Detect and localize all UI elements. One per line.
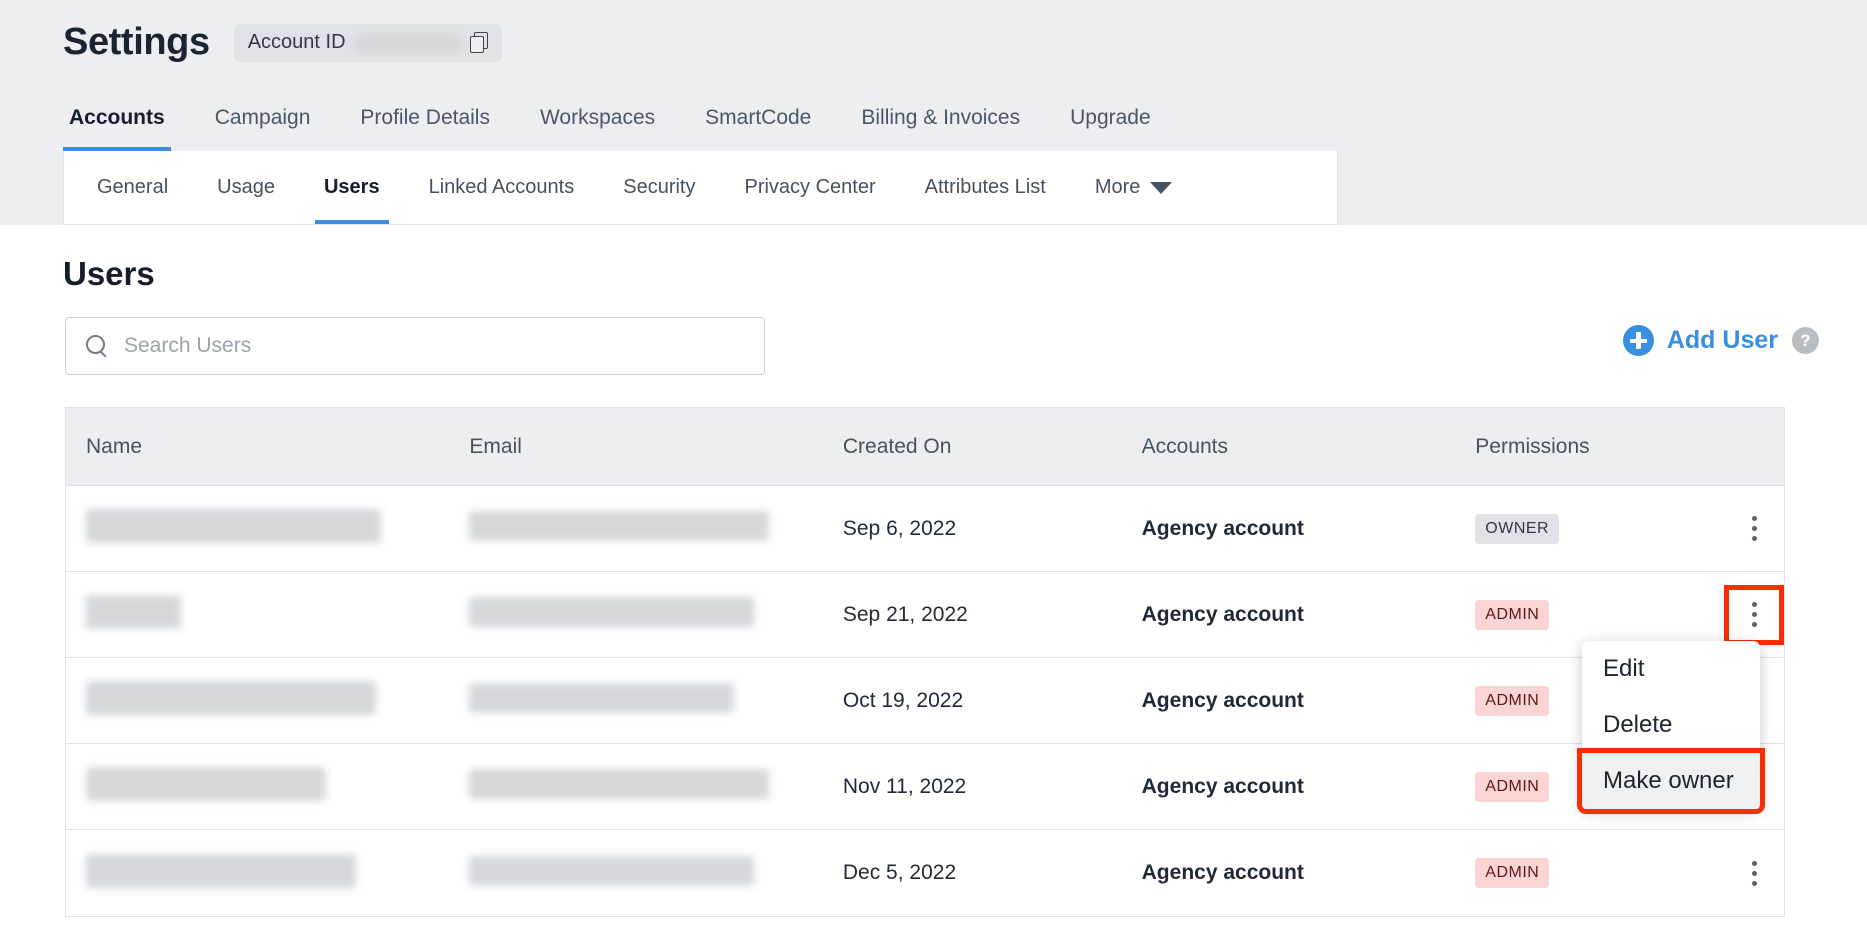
cell-accounts: Agency account	[1141, 861, 1304, 884]
cell-created-on: Dec 5, 2022	[842, 861, 957, 884]
tab-profile-details[interactable]: Profile Details	[354, 85, 496, 151]
cell-actions	[1724, 856, 1784, 890]
search-input[interactable]	[124, 334, 724, 358]
cell-name	[86, 853, 469, 893]
tab-campaign[interactable]: Campaign	[209, 85, 317, 151]
cell-permissions: ADMIN	[1475, 599, 1724, 630]
account-id-value-redacted	[355, 33, 460, 52]
subtab-general[interactable]: General	[88, 151, 177, 224]
status-badge: ADMIN	[1475, 685, 1550, 716]
table-row: Oct 19, 2022 Agency account ADMIN	[66, 658, 1784, 744]
chevron-down-icon	[1150, 181, 1173, 194]
cell-email	[469, 511, 842, 546]
cell-accounts: Agency account	[1141, 774, 1304, 798]
column-header-email: Email	[469, 434, 522, 458]
subtab-more-label: More	[1094, 176, 1141, 198]
subtab-security[interactable]: Security	[614, 151, 704, 224]
menu-item-make-owner[interactable]: Make owner	[1577, 748, 1765, 814]
cell-name	[86, 767, 469, 806]
cell-name	[86, 681, 469, 720]
cell-created-on: Sep 21, 2022	[842, 602, 968, 626]
cell-actions	[1724, 512, 1784, 546]
cell-permissions: OWNER	[1475, 513, 1724, 544]
email-redacted	[469, 511, 770, 541]
search-icon	[86, 335, 108, 357]
tab-accounts[interactable]: Accounts	[63, 85, 171, 151]
users-table: Name Email Created On Accounts Permissio…	[65, 407, 1785, 917]
status-badge: ADMIN	[1475, 599, 1550, 630]
cell-accounts: Agency account	[1141, 602, 1304, 626]
subtab-users[interactable]: Users	[314, 151, 389, 224]
cell-actions	[1724, 584, 1785, 645]
email-redacted	[469, 597, 755, 627]
row-context-menu: Edit Delete Make owner	[1577, 641, 1765, 814]
section-title: Users	[63, 255, 155, 292]
cell-created-on: Sep 6, 2022	[842, 516, 957, 540]
status-badge: ADMIN	[1475, 771, 1550, 802]
page-title: Settings	[63, 21, 210, 63]
cell-name	[86, 509, 469, 548]
row-menu-button[interactable]	[1741, 512, 1767, 546]
tab-workspaces[interactable]: Workspaces	[534, 85, 661, 151]
cell-accounts: Agency account	[1141, 688, 1304, 712]
cell-created-on: Oct 19, 2022	[842, 688, 964, 712]
subtab-linked-accounts[interactable]: Linked Accounts	[420, 151, 584, 224]
subtab-usage[interactable]: Usage	[208, 151, 284, 224]
account-id-label: Account ID	[247, 31, 346, 53]
add-user-button[interactable]: Add User	[1622, 325, 1778, 356]
help-icon[interactable]: ?	[1792, 327, 1819, 354]
name-redacted	[86, 681, 376, 715]
cell-created-on: Nov 11, 2022	[842, 774, 967, 798]
cell-name	[86, 595, 469, 634]
name-redacted	[86, 767, 326, 801]
email-redacted	[469, 683, 735, 713]
cell-permissions: ADMIN	[1475, 858, 1724, 888]
table-row: Sep 21, 2022 Agency account ADMIN	[66, 572, 1785, 658]
table-row: Nov 11, 2022 Agency account ADMIN	[66, 744, 1784, 830]
column-header-permissions: Permissions	[1475, 434, 1590, 458]
cell-email	[469, 597, 842, 632]
account-id-pill[interactable]: Account ID	[233, 23, 502, 62]
column-header-name: Name	[86, 434, 143, 458]
status-badge: OWNER	[1475, 513, 1560, 544]
subtab-privacy-center[interactable]: Privacy Center	[735, 151, 884, 224]
add-user-label: Add User	[1666, 326, 1778, 354]
settings-page: Settings Account ID Accounts Campaign Pr…	[0, 0, 1867, 929]
row-menu-button[interactable]	[1741, 856, 1767, 890]
status-badge: ADMIN	[1475, 858, 1550, 888]
name-redacted	[86, 595, 181, 629]
page-header: Settings Account ID	[0, 0, 1867, 85]
tab-upgrade[interactable]: Upgrade	[1064, 85, 1157, 151]
table-row: Dec 5, 2022 Agency account ADMIN	[66, 830, 1784, 916]
users-content: Users Add User ? Name Email Created On A…	[0, 225, 1867, 929]
add-user-area: Add User ?	[1622, 325, 1819, 356]
table-header-row: Name Email Created On Accounts Permissio…	[66, 408, 1784, 486]
menu-item-delete[interactable]: Delete	[1582, 697, 1760, 753]
tab-smartcode[interactable]: SmartCode	[699, 85, 817, 151]
copy-icon[interactable]	[469, 31, 490, 54]
cell-accounts: Agency account	[1141, 516, 1304, 540]
primary-tabbar: Accounts Campaign Profile Details Worksp…	[0, 85, 1867, 151]
email-redacted	[469, 769, 770, 799]
cell-email	[469, 855, 842, 891]
table-row: Sep 6, 2022 Agency account OWNER	[66, 486, 1784, 572]
row-menu-button-active[interactable]	[1724, 584, 1785, 645]
subtab-more[interactable]: More	[1086, 151, 1182, 224]
menu-item-edit[interactable]: Edit	[1582, 641, 1760, 697]
column-header-created-on: Created On	[842, 434, 952, 458]
tab-billing-invoices[interactable]: Billing & Invoices	[855, 85, 1026, 151]
plus-circle-icon	[1622, 325, 1654, 356]
subtab-attributes-list[interactable]: Attributes List	[916, 151, 1055, 224]
name-redacted	[86, 853, 356, 888]
cell-email	[469, 683, 842, 718]
secondary-tabbar: General Usage Users Linked Accounts Secu…	[63, 151, 1338, 225]
cell-email	[469, 769, 842, 804]
email-redacted	[469, 855, 755, 886]
search-users-box[interactable]	[65, 317, 765, 375]
name-redacted	[86, 509, 381, 543]
column-header-accounts: Accounts	[1141, 434, 1229, 458]
